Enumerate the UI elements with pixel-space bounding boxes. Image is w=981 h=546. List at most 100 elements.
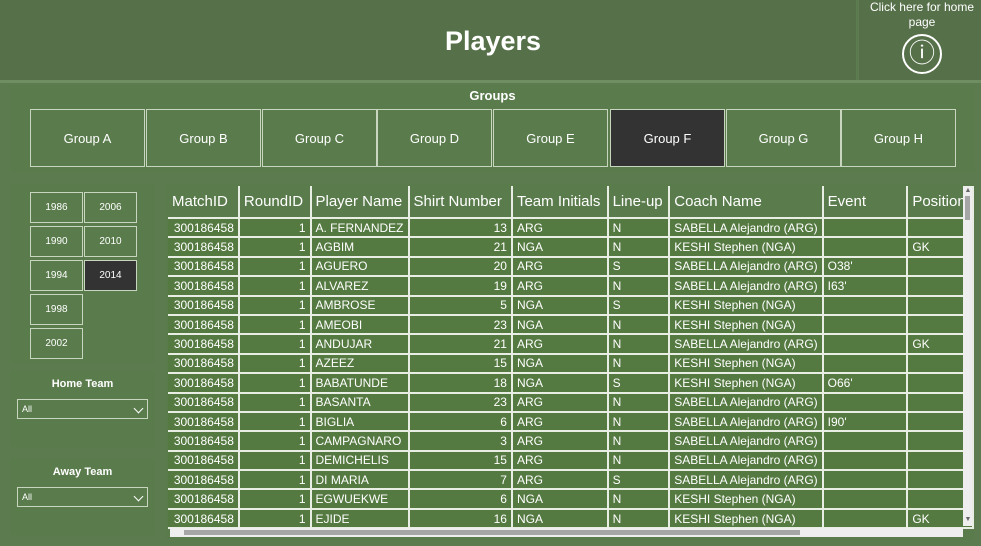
table-cell: N — [607, 276, 671, 297]
column-header[interactable]: Line-up — [607, 186, 671, 219]
info-icon[interactable]: ⓘ — [902, 34, 942, 74]
table-cell: NGA — [511, 489, 609, 510]
table-cell: N — [607, 218, 671, 239]
year-button[interactable]: 2010 — [84, 226, 137, 257]
table-cell: 300186458 — [168, 489, 240, 510]
table-cell — [822, 450, 909, 472]
table-cell: ARG — [511, 276, 609, 297]
year-button[interactable]: 2002 — [30, 328, 83, 359]
group-button[interactable]: Group H — [841, 109, 956, 167]
year-button[interactable]: 1986 — [30, 192, 83, 223]
players-table: MatchID RoundID Player Name Shirt Number Tea… — [168, 186, 974, 530]
vertical-scroll-thumb[interactable] — [965, 196, 970, 220]
table-cell: S — [607, 295, 671, 316]
table-cell: 1 — [238, 508, 312, 530]
column-header[interactable]: Event — [822, 186, 909, 219]
table-cell: SABELLA Alejandro (ARG) — [669, 431, 824, 452]
table-row[interactable]: 300186458 1 BIGLIA 6 ARG N SABELLA Alejandro (… — [168, 411, 974, 433]
table-cell: 20 — [408, 256, 513, 278]
year-button[interactable]: 1990 — [30, 226, 83, 257]
column-header[interactable]: RoundID — [238, 186, 312, 219]
table-cell: 6 — [408, 489, 513, 510]
table-cell: 7 — [408, 470, 513, 491]
home-team-dropdown[interactable]: All — [17, 399, 148, 419]
table-cell: AMEOBI — [310, 314, 410, 336]
group-button[interactable]: Group B — [146, 109, 261, 167]
table-row[interactable]: 300186458 1 AGUERO 20 ARG S SABELLA Alejandro … — [168, 256, 974, 278]
table-cell: SABELLA Alejandro (ARG) — [669, 256, 824, 278]
column-header[interactable]: Team Initials — [511, 186, 609, 219]
table-row[interactable]: 300186458 1 AMBROSE 5 NGA S KESHI Stephen (NGA… — [168, 295, 974, 316]
table-cell: 300186458 — [168, 411, 240, 433]
table-row[interactable]: 300186458 1 AGBIM 21 NGA N KESHI Stephen (NGA)… — [168, 237, 974, 258]
table-cell — [822, 470, 909, 491]
away-team-dropdown[interactable]: All — [17, 487, 148, 507]
year-button[interactable]: 2014 — [84, 260, 137, 291]
table-cell: 6 — [408, 411, 513, 433]
group-button[interactable]: Group C — [262, 109, 377, 167]
table-cell: BIGLIA — [310, 411, 410, 433]
table-cell: ARG — [511, 256, 609, 278]
table-cell: SABELLA Alejandro (ARG) — [669, 218, 824, 239]
column-header[interactable]: MatchID — [168, 186, 240, 219]
scroll-up-icon[interactable]: ▲ — [964, 187, 972, 195]
table-cell: O66' — [822, 373, 909, 394]
table-cell: A. FERNANDEZ — [310, 218, 410, 239]
table-cell: NGA — [511, 295, 609, 316]
group-button[interactable]: Group D — [377, 109, 492, 167]
horizontal-scroll-thumb[interactable] — [184, 530, 800, 535]
column-header[interactable]: Coach Name — [669, 186, 824, 219]
table-row[interactable]: 300186458 1 CAMPAGNARO 3 ARG N SABELLA Alejand… — [168, 431, 974, 452]
table-cell: N — [607, 353, 671, 375]
table-row[interactable]: 300186458 1 ANDUJAR 21 ARG N SABELLA Alejandro… — [168, 334, 974, 355]
table-cell: 300186458 — [168, 256, 240, 278]
table-cell: 18 — [408, 373, 513, 394]
home-link[interactable]: Click here for home page ⓘ — [859, 0, 981, 80]
year-button[interactable]: 1998 — [30, 294, 83, 325]
table-cell: SABELLA Alejandro (ARG) — [669, 392, 824, 413]
table-cell: 300186458 — [168, 334, 240, 355]
table-cell: 23 — [408, 314, 513, 336]
column-header[interactable]: Player Name — [310, 186, 410, 219]
table-cell: 1 — [238, 450, 312, 472]
table-cell: SABELLA Alejandro (ARG) — [669, 276, 824, 297]
table-cell: N — [607, 314, 671, 336]
table-row[interactable]: 300186458 1 EJIDE 16 NGA N KESHI Stephen (NGA)… — [168, 508, 974, 530]
table-row[interactable]: 300186458 1 DI MARIA 7 ARG S SABELLA Alejandro… — [168, 470, 974, 491]
table-row[interactable]: 300186458 1 DEMICHELIS 15 ARG N SABELLA Alejan… — [168, 450, 974, 472]
table-row[interactable]: 300186458 1 AMEOBI 23 NGA N KESHI Stephen (NGA… — [168, 314, 974, 336]
table-cell: 23 — [408, 392, 513, 413]
group-button[interactable]: Group A — [30, 109, 145, 167]
table-cell: ARG — [511, 431, 609, 452]
horizontal-scrollbar[interactable] — [170, 528, 963, 537]
chevron-down-icon — [133, 491, 144, 502]
table-cell: 300186458 — [168, 470, 240, 491]
table-cell: BASANTA — [310, 392, 410, 413]
table-cell: AMBROSE — [310, 295, 410, 316]
column-header[interactable]: Shirt Number — [408, 186, 513, 219]
table-row[interactable]: 300186458 1 BASANTA 23 ARG N SABELLA Alejandro… — [168, 392, 974, 413]
chevron-down-icon — [133, 403, 144, 414]
table-row[interactable]: 300186458 1 A. FERNANDEZ 13 ARG N SABELLA Alej… — [168, 218, 974, 239]
group-button[interactable]: Group E — [493, 109, 608, 167]
table-cell — [822, 295, 909, 316]
table-cell: ARG — [511, 411, 609, 433]
table-cell: N — [607, 450, 671, 472]
table-cell: N — [607, 237, 671, 258]
table-cell: KESHI Stephen (NGA) — [669, 373, 824, 394]
vertical-scrollbar[interactable]: ▲ ▼ — [963, 186, 972, 526]
table-cell: N — [607, 431, 671, 452]
groups-slicer: Groups Group A Group B Group C Group D Group… — [10, 86, 975, 172]
year-button[interactable]: 2006 — [84, 192, 137, 223]
year-button[interactable]: 1994 — [30, 260, 83, 291]
table-row[interactable]: 300186458 1 BABATUNDE 18 NGA S KESHI Stephen (… — [168, 373, 974, 394]
group-button[interactable]: Group F — [610, 109, 725, 167]
table-row[interactable]: 300186458 1 ALVAREZ 19 ARG N SABELLA Alejandro… — [168, 276, 974, 297]
table-row[interactable]: 300186458 1 EGWUEKWE 6 NGA N KESHI Stephen (NG… — [168, 489, 974, 510]
table-row[interactable]: 300186458 1 AZEEZ 15 NGA N KESHI Stephen (NGA) — [168, 353, 974, 375]
group-button[interactable]: Group G — [726, 109, 841, 167]
scroll-down-icon[interactable]: ▼ — [964, 516, 972, 524]
table-cell — [822, 392, 909, 413]
table-cell: 16 — [408, 508, 513, 530]
table-cell: 1 — [238, 489, 312, 510]
